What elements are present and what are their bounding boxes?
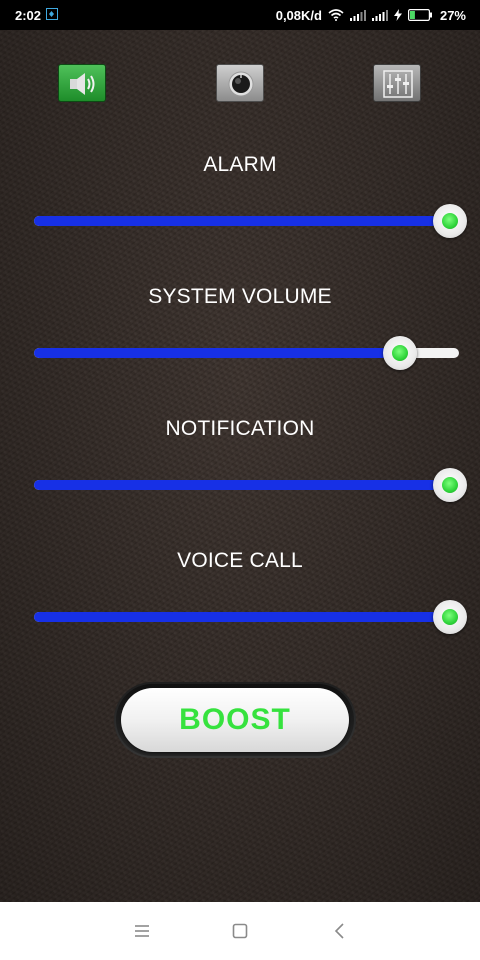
navigation-bar <box>0 902 480 960</box>
wifi-icon <box>328 9 344 21</box>
slider-fill <box>34 348 400 358</box>
slider-fill <box>34 216 459 226</box>
alarm-label: ALARM <box>203 153 277 176</box>
notification-label: NOTIFICATION <box>165 417 315 440</box>
status-time: 2:02 <box>15 8 42 23</box>
slider-fill <box>34 480 459 490</box>
alarm-slider[interactable] <box>34 204 467 238</box>
battery-icon <box>407 9 432 21</box>
boost-button-frame: BOOST <box>114 682 356 758</box>
home-icon[interactable] <box>230 921 250 941</box>
slider-fill <box>34 612 459 622</box>
charging-icon <box>393 9 402 21</box>
system-volume-label: SYSTEM VOLUME <box>148 285 332 308</box>
system-volume-slider[interactable] <box>34 336 459 370</box>
voice-call-slider[interactable] <box>34 600 467 634</box>
voice-call-label: VOICE CALL <box>177 549 303 572</box>
slider-thumb[interactable] <box>433 468 467 502</box>
status-bar: 2:02 0,08K/d 27% <box>0 0 480 30</box>
menu-icon[interactable] <box>132 921 152 941</box>
battery-percent: 27% <box>439 7 466 23</box>
boost-button[interactable]: BOOST <box>121 688 349 752</box>
back-icon[interactable] <box>330 921 350 941</box>
app-content: ALARM SYSTEM VOLUME NOTIFICATION VOICE C… <box>0 30 480 902</box>
status-right-group: 0,08K/d 27% <box>276 6 466 24</box>
tab-equalizer[interactable] <box>373 64 421 102</box>
tab-volume[interactable] <box>58 64 106 102</box>
slider-thumb[interactable] <box>382 336 417 370</box>
slider-thumb[interactable] <box>433 204 467 238</box>
tab-bass[interactable] <box>216 64 264 102</box>
notification-slider[interactable] <box>34 468 467 502</box>
network-speed: 0,08K/d <box>275 7 322 23</box>
signal-icon <box>371 9 388 21</box>
notification-icon <box>46 8 58 20</box>
signal-icon <box>349 9 366 21</box>
slider-thumb[interactable] <box>433 600 467 634</box>
